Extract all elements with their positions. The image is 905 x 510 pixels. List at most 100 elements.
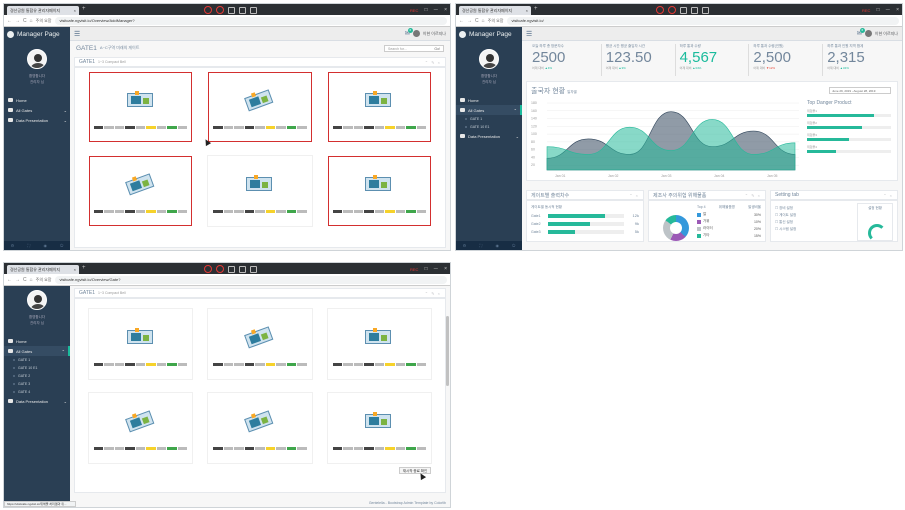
home-icon[interactable]: ⌂ xyxy=(482,18,485,24)
power-icon[interactable]: ⏻ xyxy=(512,243,515,248)
menu-toggle-icon[interactable]: ☰ xyxy=(74,30,80,38)
new-tab-button[interactable]: + xyxy=(82,265,86,271)
sidebar-item-data-presentation[interactable]: Data Presentation ⌄ xyxy=(456,131,522,141)
sidebar-subitem-gate[interactable]: GATE 3 xyxy=(4,380,70,388)
window-close-icon[interactable]: × xyxy=(444,266,447,272)
date-range-picker[interactable]: June 29, 2019 - August 28, 2019 xyxy=(829,87,891,94)
gate-thumbnail[interactable] xyxy=(327,393,431,463)
gate-thumbnail[interactable] xyxy=(327,309,431,379)
gate-thumbnail[interactable] xyxy=(208,309,312,379)
fullscreen-icon[interactable]: ⛶ xyxy=(479,243,482,248)
zoom-icon[interactable] xyxy=(239,265,246,273)
power-icon[interactable]: ⏻ xyxy=(60,243,63,248)
sidebar-item-all-gates[interactable]: All Gates ⌃ xyxy=(456,105,522,115)
window-maximize-icon[interactable]: □ xyxy=(424,7,427,13)
sidebar-subitem-gate[interactable]: GATE 1 xyxy=(456,115,522,123)
fullscreen-icon[interactable]: ⛶ xyxy=(27,243,30,248)
search-input[interactable]: Search for... Go! xyxy=(384,44,444,52)
sidebar-item-home[interactable]: Home xyxy=(456,95,522,105)
sidebar-item-all-gates[interactable]: All Gates ⌄ xyxy=(4,105,70,115)
reload-icon[interactable]: C xyxy=(23,277,27,283)
new-tab-button[interactable]: + xyxy=(82,6,86,12)
setting-item[interactable]: ☐ 시스템 설정 xyxy=(775,226,796,233)
user-menu[interactable]: 이현 이르지나 xyxy=(423,31,446,37)
record-icon[interactable] xyxy=(204,6,212,14)
gate-thumbnail[interactable] xyxy=(89,309,193,379)
security-label[interactable]: 주의 요함 xyxy=(488,18,504,24)
back-icon[interactable]: ← xyxy=(7,277,12,283)
cursor-icon[interactable] xyxy=(702,6,709,14)
forward-icon[interactable]: → xyxy=(467,18,472,24)
gate-thumbnail[interactable] xyxy=(208,72,312,142)
sidebar-subitem-gate[interactable]: GATE 10 E1 xyxy=(4,364,70,372)
exit-confirm-button[interactable]: 재시작 종료 확인 xyxy=(399,467,431,474)
tab-close-icon[interactable]: × xyxy=(74,267,76,272)
window-minimize-icon[interactable]: ㅡ xyxy=(885,7,890,14)
cursor-icon[interactable] xyxy=(250,265,257,273)
menu-toggle-icon[interactable]: ☰ xyxy=(526,30,532,38)
window-close-icon[interactable]: × xyxy=(444,7,447,13)
brand[interactable]: Manager Page xyxy=(456,27,522,41)
sidebar-subitem-gate[interactable]: GATE 10 E1 xyxy=(456,123,522,131)
brand[interactable]: Manager Page xyxy=(4,27,70,41)
pen-icon[interactable] xyxy=(228,265,235,273)
scrollbar[interactable] xyxy=(446,316,449,386)
zoom-icon[interactable] xyxy=(691,6,698,14)
home-icon[interactable]: ⌂ xyxy=(30,277,33,283)
record-icon[interactable] xyxy=(204,265,212,273)
security-label[interactable]: 주의 요함 xyxy=(36,277,52,283)
setting-item[interactable]: ☐ 장비 설정 xyxy=(775,205,796,212)
pen-icon[interactable] xyxy=(680,6,687,14)
record-icon[interactable] xyxy=(656,6,664,14)
tab-close-icon[interactable]: × xyxy=(526,8,528,13)
gate-thumbnail[interactable] xyxy=(327,156,431,226)
window-close-icon[interactable]: × xyxy=(896,7,899,13)
panel-tools[interactable]: ⌃ ✎ × xyxy=(425,60,441,65)
eye-icon[interactable]: ◉ xyxy=(495,243,499,248)
user-menu[interactable]: 이현 이르지나 xyxy=(875,31,898,37)
gate-thumbnail[interactable] xyxy=(89,72,193,142)
user-avatar[interactable] xyxy=(864,30,872,37)
record-icon[interactable] xyxy=(668,6,676,14)
panel-tools[interactable]: ⌃ × xyxy=(883,193,893,198)
panel-tools[interactable]: ⌃ ✎ × xyxy=(425,291,441,296)
panel-tools[interactable]: ⌃ ✎ × xyxy=(745,193,761,198)
tab-close-icon[interactable]: × xyxy=(74,8,76,13)
gate-thumbnail[interactable] xyxy=(208,393,312,463)
security-label[interactable]: 주의 요함 xyxy=(36,18,52,24)
forward-icon[interactable]: → xyxy=(15,277,20,283)
eye-icon[interactable]: ◉ xyxy=(43,243,47,248)
reload-icon[interactable]: C xyxy=(475,18,479,24)
envelope-icon[interactable]: ✉ 6 xyxy=(405,28,413,37)
gear-icon[interactable]: ⚙ xyxy=(11,243,15,248)
window-minimize-icon[interactable]: ㅡ xyxy=(433,7,438,14)
setting-item[interactable]: ☐ 게이트 설정 xyxy=(775,212,796,219)
setting-item[interactable]: ☐ 통신 설정 xyxy=(775,219,796,226)
search-go-button[interactable]: Go! xyxy=(434,47,440,51)
gear-icon[interactable]: ⚙ xyxy=(463,243,467,248)
forward-icon[interactable]: → xyxy=(15,18,20,24)
record-icon[interactable] xyxy=(216,6,224,14)
cursor-icon[interactable] xyxy=(250,6,257,14)
window-maximize-icon[interactable]: □ xyxy=(876,7,879,13)
window-maximize-icon[interactable]: □ xyxy=(424,266,427,272)
window-minimize-icon[interactable]: ㅡ xyxy=(433,266,438,273)
sidebar-item-all-gates[interactable]: All Gates ⌃ xyxy=(4,346,70,356)
sidebar-item-home[interactable]: Home xyxy=(4,336,70,346)
pen-icon[interactable] xyxy=(228,6,235,14)
home-icon[interactable]: ⌂ xyxy=(30,18,33,24)
browser-tab[interactable]: 경산공원 통합유 관리자페이지 × xyxy=(459,6,531,15)
sidebar-subitem-gate[interactable]: GATE 2 xyxy=(4,372,70,380)
gate-thumbnail[interactable] xyxy=(89,156,193,226)
back-icon[interactable]: ← xyxy=(459,18,464,24)
user-avatar[interactable] xyxy=(412,30,420,37)
reload-icon[interactable]: C xyxy=(23,18,27,24)
sidebar-item-data-presentation[interactable]: Data Presentation ⌄ xyxy=(4,396,70,406)
envelope-icon[interactable]: ✉ 6 xyxy=(857,28,865,37)
zoom-icon[interactable] xyxy=(239,6,246,14)
panel-tools[interactable]: ⌃ × xyxy=(629,193,639,198)
url-field[interactable]: visitcafe.ngvisit.io/Overview/AddManager… xyxy=(54,16,447,25)
back-icon[interactable]: ← xyxy=(7,18,12,24)
sidebar-subitem-gate[interactable]: GATE 1 xyxy=(4,356,70,364)
gate-thumbnail[interactable] xyxy=(327,72,431,142)
